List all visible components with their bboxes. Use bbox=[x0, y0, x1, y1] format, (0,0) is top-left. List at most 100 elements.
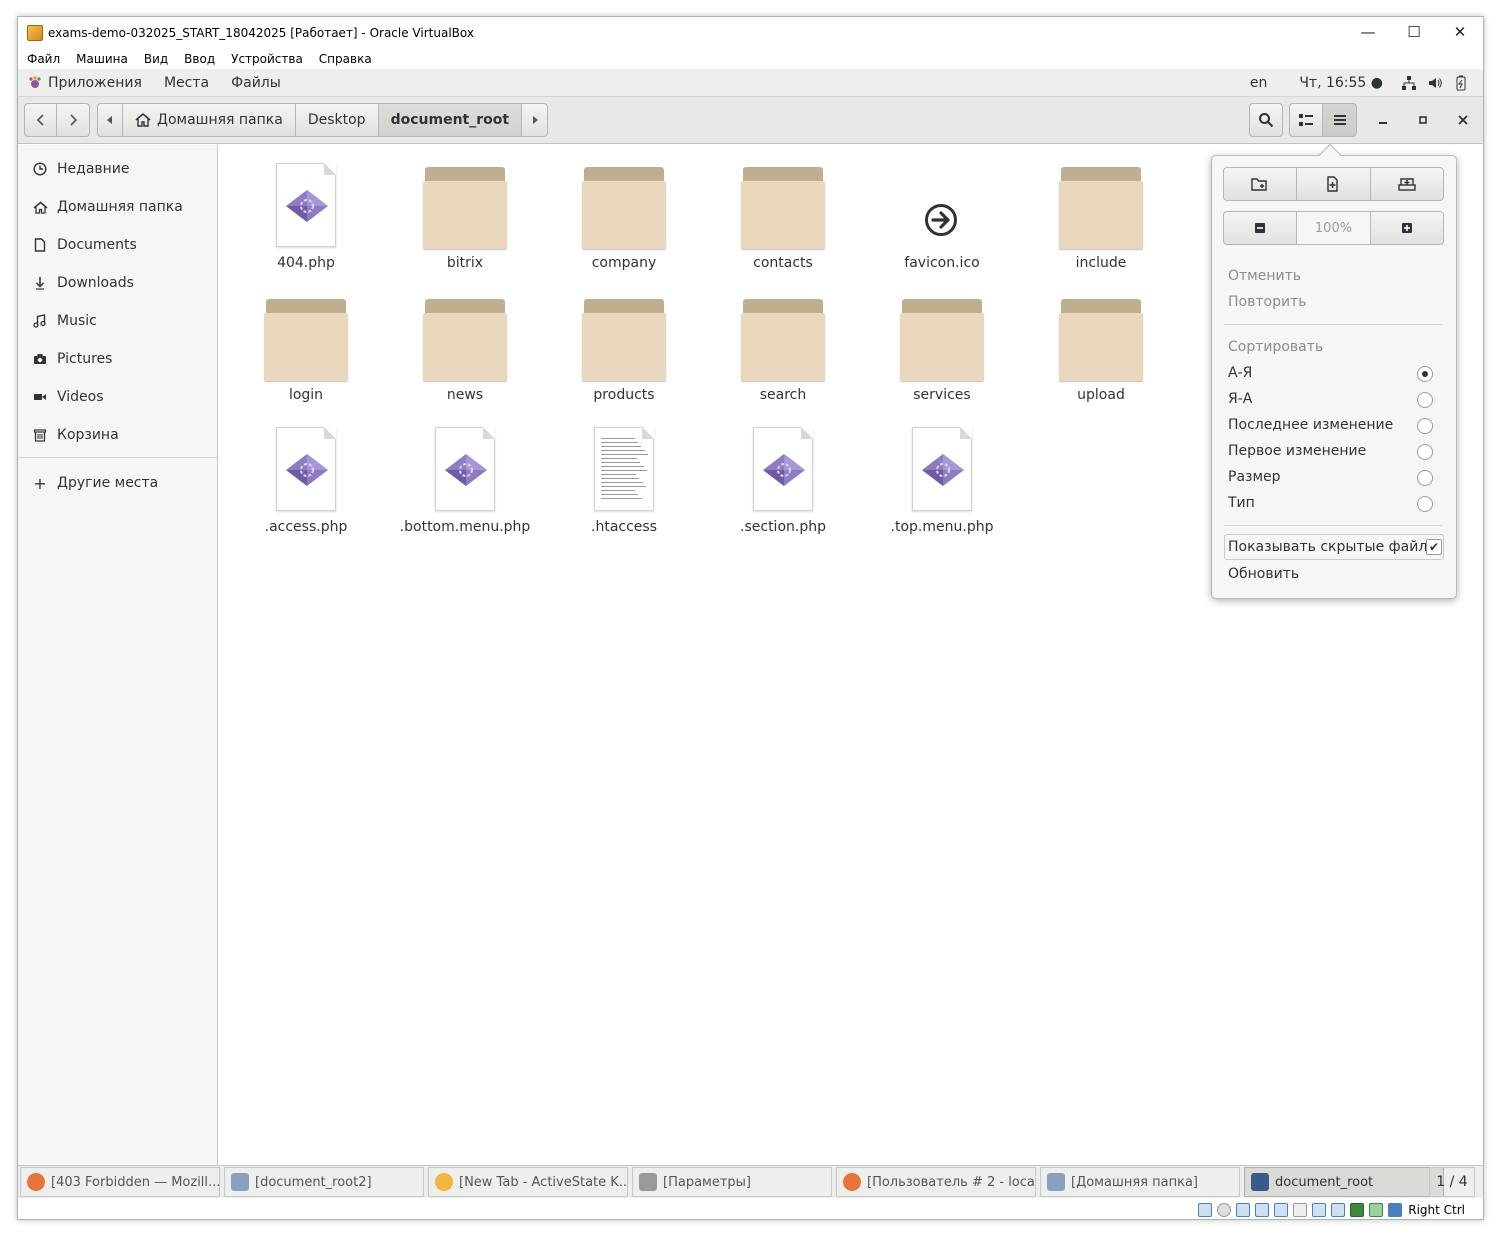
sidebar-item-trash[interactable]: Корзина bbox=[18, 416, 217, 454]
radio[interactable] bbox=[1417, 444, 1433, 460]
close-button[interactable]: ✕ bbox=[1437, 17, 1483, 47]
volume-icon[interactable] bbox=[1427, 75, 1443, 91]
optical-drive-icon[interactable] bbox=[1217, 1202, 1232, 1217]
keyboard-capture-icon[interactable] bbox=[1388, 1202, 1403, 1217]
sort-option-za[interactable]: Я-А bbox=[1228, 391, 1444, 408]
forward-button[interactable] bbox=[57, 103, 90, 137]
redo-menu-item[interactable]: Повторить bbox=[1228, 294, 1444, 310]
folder-item[interactable]: search bbox=[713, 277, 853, 409]
menu-file[interactable]: Файл bbox=[27, 49, 60, 69]
view-toggle-button[interactable] bbox=[1289, 103, 1323, 137]
search-button[interactable] bbox=[1249, 103, 1283, 137]
folder-item[interactable]: news bbox=[395, 277, 535, 409]
cpu-icon[interactable] bbox=[1350, 1202, 1365, 1217]
taskbar-window-button[interactable]: [document_root2] bbox=[224, 1167, 424, 1197]
sidebar-item-pictures[interactable]: Pictures bbox=[18, 340, 217, 378]
sort-option-size[interactable]: Размер bbox=[1228, 469, 1444, 486]
folder-item[interactable]: login bbox=[236, 277, 376, 409]
clock[interactable]: Чт, 16:55 ● bbox=[1299, 75, 1383, 91]
show-hidden-files-toggle[interactable]: Показывать скрытые файлы ✔ bbox=[1224, 534, 1444, 560]
radio-selected[interactable] bbox=[1417, 366, 1433, 382]
radio[interactable] bbox=[1417, 418, 1433, 434]
file-item[interactable]: favicon.ico bbox=[872, 145, 1012, 277]
zoom-in-button[interactable] bbox=[1370, 211, 1444, 245]
sort-option-az[interactable]: А-Я bbox=[1228, 365, 1444, 382]
display-icon[interactable] bbox=[1312, 1202, 1327, 1217]
minimize-button[interactable]: — bbox=[1345, 17, 1391, 47]
zoom-out-button[interactable] bbox=[1223, 211, 1298, 245]
sort-option-modified-last[interactable]: Последнее изменение bbox=[1228, 417, 1444, 434]
folder-item[interactable]: products bbox=[554, 277, 694, 409]
checkbox-checked[interactable]: ✔ bbox=[1426, 539, 1442, 555]
menu-button[interactable] bbox=[1323, 103, 1357, 137]
menu-view[interactable]: Вид bbox=[144, 49, 168, 69]
folder-item[interactable]: upload bbox=[1031, 277, 1171, 409]
sort-option-type[interactable]: Тип bbox=[1228, 495, 1444, 512]
refresh-menu-item[interactable]: Обновить bbox=[1228, 566, 1444, 582]
bookmark-button[interactable] bbox=[1370, 167, 1444, 201]
usb-icon[interactable] bbox=[1274, 1202, 1289, 1217]
sidebar-item-other-locations[interactable]: + Другие места bbox=[18, 464, 217, 502]
hdd-icon[interactable] bbox=[1198, 1202, 1213, 1217]
taskbar-window-button[interactable]: [403 Forbidden — Mozill... bbox=[20, 1167, 220, 1197]
sidebar-item-documents[interactable]: Documents bbox=[18, 226, 217, 264]
shared-folder-icon[interactable] bbox=[1293, 1202, 1308, 1217]
folder-item[interactable]: services bbox=[872, 277, 1012, 409]
file-item[interactable]: .access.php bbox=[236, 409, 376, 541]
maximize-button[interactable]: ☐ bbox=[1391, 17, 1437, 47]
files-minimize-button[interactable] bbox=[1363, 103, 1403, 137]
workspace-pager[interactable]: 1 / 4 bbox=[1429, 1167, 1475, 1197]
radio[interactable] bbox=[1417, 392, 1433, 408]
file-item[interactable]: .htaccess bbox=[554, 409, 694, 541]
audio-icon[interactable] bbox=[1236, 1202, 1251, 1217]
video-capture-icon[interactable] bbox=[1331, 1202, 1346, 1217]
sort-option-modified-first[interactable]: Первое изменение bbox=[1228, 443, 1444, 460]
sidebar-item-videos[interactable]: Videos bbox=[18, 378, 217, 416]
sidebar-item-music[interactable]: Music bbox=[18, 302, 217, 340]
folder-item[interactable]: bitrix bbox=[395, 145, 535, 277]
folder-item[interactable]: include bbox=[1031, 145, 1171, 277]
breadcrumb-document-root[interactable]: document_root bbox=[378, 103, 523, 137]
undo-menu-item[interactable]: Отменить bbox=[1228, 268, 1444, 284]
battery-icon[interactable] bbox=[1453, 75, 1469, 91]
file-item[interactable]: .top.menu.php bbox=[872, 409, 1012, 541]
zoom-level[interactable]: 100% bbox=[1297, 211, 1371, 245]
chevron-right-icon bbox=[70, 114, 78, 126]
places-menu[interactable]: Места bbox=[164, 75, 209, 91]
files-close-button[interactable] bbox=[1443, 103, 1483, 137]
menu-devices[interactable]: Устройства bbox=[231, 49, 303, 69]
taskbar-window-button[interactable]: document_root bbox=[1244, 1167, 1444, 1197]
files-menu[interactable]: Файлы bbox=[231, 75, 281, 91]
new-folder-button[interactable] bbox=[1223, 167, 1298, 201]
network-adapter-icon[interactable] bbox=[1255, 1202, 1270, 1217]
file-item[interactable]: .section.php bbox=[713, 409, 853, 541]
taskbar-window-button[interactable]: [Домашняя папка] bbox=[1040, 1167, 1240, 1197]
breadcrumb-desktop[interactable]: Desktop bbox=[295, 103, 379, 137]
language-indicator[interactable]: en bbox=[1250, 75, 1268, 91]
mouse-integration-icon[interactable] bbox=[1369, 1202, 1384, 1217]
taskbar-window-button[interactable]: [New Tab - ActiveState K... bbox=[428, 1167, 628, 1197]
breadcrumb-scroll-left[interactable] bbox=[97, 103, 123, 137]
file-item[interactable]: 404.php bbox=[236, 145, 376, 277]
back-button[interactable] bbox=[24, 103, 57, 137]
sidebar-item-downloads[interactable]: Downloads bbox=[18, 264, 217, 302]
menu-machine[interactable]: Машина bbox=[76, 49, 128, 69]
sidebar-item-home[interactable]: Домашняя папка bbox=[18, 188, 217, 226]
file-item[interactable]: .bottom.menu.php bbox=[395, 409, 535, 541]
network-icon[interactable] bbox=[1401, 75, 1417, 91]
sidebar-item-recent[interactable]: Недавние bbox=[18, 150, 217, 188]
breadcrumb-home[interactable]: Домашняя папка bbox=[123, 103, 296, 137]
taskbar-window-button[interactable]: [Параметры] bbox=[632, 1167, 832, 1197]
taskbar-window-button[interactable]: [Пользователь # 2 - loca... bbox=[836, 1167, 1036, 1197]
radio[interactable] bbox=[1417, 470, 1433, 486]
files-maximize-button[interactable] bbox=[1403, 103, 1443, 137]
applications-menu[interactable]: Приложения bbox=[28, 75, 142, 91]
menu-input[interactable]: Ввод bbox=[184, 49, 215, 69]
bookmark-add-icon bbox=[1398, 178, 1416, 191]
radio[interactable] bbox=[1417, 496, 1433, 512]
breadcrumb-scroll-right[interactable] bbox=[522, 103, 549, 137]
menu-help[interactable]: Справка bbox=[319, 49, 372, 69]
folder-item[interactable]: company bbox=[554, 145, 694, 277]
new-tab-button[interactable] bbox=[1297, 167, 1371, 201]
folder-item[interactable]: contacts bbox=[713, 145, 853, 277]
